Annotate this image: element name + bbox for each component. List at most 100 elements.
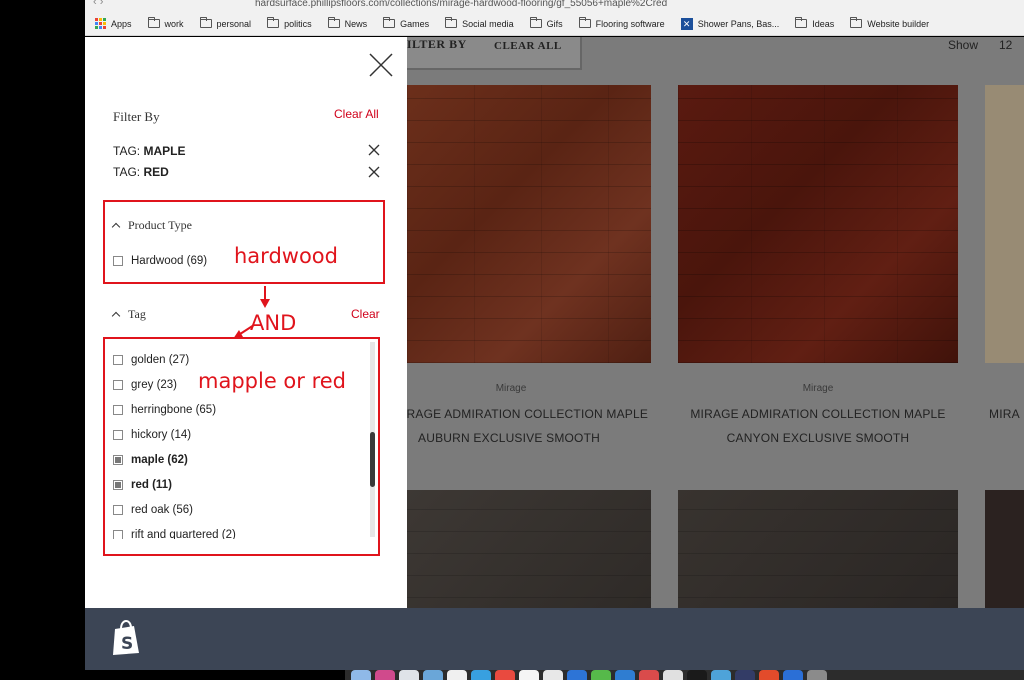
bookmark-apps[interactable]: Apps	[95, 18, 132, 29]
active-tag-value: RED	[143, 165, 169, 179]
show-count-select[interactable]: 12	[999, 38, 1012, 52]
dock-app-icon[interactable]	[615, 670, 635, 680]
product-image[interactable]	[985, 85, 1024, 363]
remove-tag-red-icon[interactable]	[368, 166, 380, 178]
dock-app-icon[interactable]	[543, 670, 563, 680]
shopify-preview-bar	[85, 608, 1024, 670]
annotation-box-product-type	[103, 200, 385, 284]
bookmark-work[interactable]: work	[147, 17, 184, 29]
dock-app-icon[interactable]	[759, 670, 779, 680]
folder-icon	[795, 17, 808, 28]
section-title: Tag	[128, 307, 146, 321]
bookmark-label: Flooring software	[595, 18, 665, 29]
dock-app-icon[interactable]	[495, 670, 515, 680]
dock-app-icon[interactable]	[423, 670, 443, 680]
chevron-up-icon	[111, 311, 121, 321]
bookmark-label: Gifs	[546, 18, 563, 29]
bookmark-label: Ideas	[812, 18, 835, 29]
product-image[interactable]	[678, 85, 958, 363]
clear-all-link[interactable]: Clear All	[334, 107, 379, 121]
dock-app-icon[interactable]	[711, 670, 731, 680]
folder-icon	[383, 17, 396, 28]
dock-app-icon[interactable]	[351, 670, 371, 680]
svg-text:S: S	[121, 634, 133, 654]
dock-app-icon[interactable]	[567, 670, 587, 680]
dock-app-icon[interactable]	[399, 670, 419, 680]
active-tag-prefix: TAG:	[113, 144, 144, 158]
product-image[interactable]	[985, 490, 1024, 608]
show-label: Show	[948, 38, 979, 52]
close-icon[interactable]	[367, 51, 395, 79]
bookmark-label: Games	[400, 18, 430, 29]
filter-by-heading: Filter By	[113, 109, 160, 124]
dock-app-icon[interactable]	[663, 670, 683, 680]
bookmark-label: Social media	[462, 18, 514, 29]
folder-icon	[578, 17, 591, 28]
annotation-maple-or-red: mapple or red	[198, 369, 346, 393]
dock-app-icon[interactable]	[471, 670, 491, 680]
bookmark-label: Shower Pans, Bas...	[697, 18, 780, 29]
dock-app-icon[interactable]	[639, 670, 659, 680]
bookmark-label: personal	[216, 18, 252, 29]
folder-icon	[850, 17, 863, 28]
annotation-hardwood: hardwood	[234, 244, 338, 268]
product-title-line: IRAGE ADMIRATION COLLECTION MAPLE	[407, 407, 649, 421]
active-tag-maple: TAG: MAPLE	[113, 144, 185, 158]
address-bar[interactable]: ‹ › hardsurface.phillipsfloors.com/colle…	[85, 0, 1024, 12]
folder-icon	[327, 17, 340, 28]
filter-by-button[interactable]: FILTER BY	[407, 37, 467, 52]
product-title-line: MIRAGE ADMIRATION COLLECTION MAPLE	[690, 407, 946, 421]
active-tag-prefix: TAG:	[113, 165, 144, 179]
product-vendor: Mirage	[495, 383, 527, 394]
storefront-overlay[interactable]: FILTER BY CLEAR ALL Show 12 Mirage IRAGE…	[407, 37, 1024, 608]
bookmark-ideas[interactable]: Ideas	[795, 17, 835, 29]
remove-tag-maple-icon[interactable]	[368, 144, 380, 156]
product-title[interactable]: MIRAGE ADMIRATION COLLECTION MAPLE CANYO…	[678, 402, 958, 450]
dock-app-icon[interactable]	[783, 670, 803, 680]
bookmark-label: politics	[284, 18, 312, 29]
bookmark-shower-pans[interactable]: ✕ Shower Pans, Bas...	[680, 17, 780, 30]
dock-app-icon[interactable]	[735, 670, 755, 680]
clear-all-button[interactable]: CLEAR ALL	[494, 40, 562, 52]
macos-dock	[345, 670, 1024, 680]
product-title[interactable]: IRAGE ADMIRATION COLLECTION MAPLE AUBURN…	[407, 402, 649, 450]
bookmark-flooring-software[interactable]: Flooring software	[578, 17, 665, 29]
product-image[interactable]	[407, 85, 651, 363]
dock-app-icon[interactable]	[519, 670, 539, 680]
filter-bar: FILTER BY CLEAR ALL	[407, 37, 582, 70]
bookmark-label: Apps	[111, 18, 132, 29]
bookmark-games[interactable]: Games	[383, 17, 430, 29]
folder-icon	[445, 17, 458, 28]
screenshot-root: ‹ › hardsurface.phillipsfloors.com/colle…	[0, 0, 1024, 680]
folder-icon	[199, 17, 212, 28]
bookmark-gifs[interactable]: Gifs	[529, 17, 563, 29]
product-title-line: MIRA	[989, 407, 1020, 421]
active-tag-value: MAPLE	[143, 144, 186, 158]
bookmark-news[interactable]: News	[327, 17, 368, 29]
shopify-bag-icon[interactable]: S	[110, 620, 142, 656]
annotation-and: AND	[250, 311, 297, 335]
bookmarks-bar: Apps work personal politics News Games S…	[85, 12, 1024, 36]
dock-app-icon[interactable]	[375, 670, 395, 680]
bookmark-politics[interactable]: politics	[267, 17, 312, 29]
folder-icon	[147, 17, 160, 28]
nav-arrows-icon[interactable]: ‹ ›	[93, 0, 103, 8]
bookmark-label: Website builder	[867, 18, 930, 29]
product-title[interactable]: MIRA	[989, 402, 1024, 426]
bookmark-personal[interactable]: personal	[199, 17, 252, 29]
dock-app-icon[interactable]	[447, 670, 467, 680]
product-image[interactable]	[678, 490, 958, 608]
dock-app-icon[interactable]	[687, 670, 707, 680]
product-image[interactable]	[407, 490, 651, 608]
dock-app-icon[interactable]	[807, 670, 827, 680]
product-vendor: Mirage	[802, 383, 834, 394]
clear-tag-link[interactable]: Clear	[351, 307, 380, 321]
bookmark-website-builder[interactable]: Website builder	[850, 17, 930, 29]
dock-app-icon[interactable]	[591, 670, 611, 680]
bookmark-label: work	[164, 18, 184, 29]
bookmark-label: News	[344, 18, 368, 29]
tag-section-toggle[interactable]: Tag	[111, 307, 146, 322]
bookmark-social-media[interactable]: Social media	[445, 17, 514, 29]
folder-icon	[529, 17, 542, 28]
product-title-line: CANYON EXCLUSIVE SMOOTH	[726, 431, 910, 445]
